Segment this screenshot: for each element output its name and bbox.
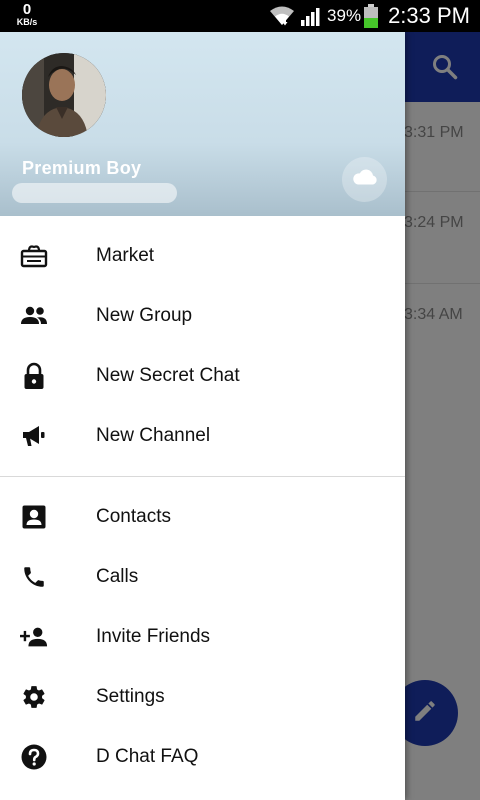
menu-item-label: New Secret Chat bbox=[96, 365, 240, 386]
menu-item-label: New Channel bbox=[96, 425, 211, 446]
cloud-button[interactable] bbox=[342, 157, 387, 202]
navigation-drawer: Premium Boy Market New Group New Secret … bbox=[0, 32, 405, 800]
menu-item-new-channel[interactable]: New Channel bbox=[0, 406, 405, 466]
drawer-header: Premium Boy bbox=[0, 32, 405, 216]
megaphone-icon bbox=[20, 424, 48, 448]
menu-item-market[interactable]: Market bbox=[0, 226, 405, 286]
menu-item-contacts[interactable]: Contacts bbox=[0, 487, 405, 547]
network-speed-unit: KB/s bbox=[16, 17, 38, 27]
menu-item-label: Contacts bbox=[96, 506, 171, 527]
menu-item-label: Invite Friends bbox=[96, 626, 211, 647]
menu-item-invite-friends[interactable]: Invite Friends bbox=[0, 607, 405, 667]
help-icon bbox=[20, 744, 48, 770]
menu-item-settings[interactable]: Settings bbox=[0, 667, 405, 727]
store-icon bbox=[20, 244, 48, 268]
menu-item-faq[interactable]: D Chat FAQ bbox=[0, 727, 405, 787]
drawer-menu: Market New Group New Secret Chat New Cha… bbox=[0, 216, 405, 787]
user-name: Premium Boy bbox=[22, 158, 142, 178]
user-phone bbox=[12, 183, 177, 203]
status-bar: 0 KB/s 39% 2:33 PM bbox=[0, 0, 480, 32]
menu-item-calls[interactable]: Calls bbox=[0, 547, 405, 607]
phone-icon bbox=[20, 565, 48, 589]
contact-icon bbox=[20, 505, 48, 529]
battery-percent: 39% bbox=[327, 6, 362, 25]
menu-item-label: Calls bbox=[96, 566, 139, 587]
network-speed-value: 0 bbox=[22, 1, 32, 18]
menu-item-new-secret-chat[interactable]: New Secret Chat bbox=[0, 346, 405, 406]
lock-icon bbox=[20, 362, 48, 389]
person-add-icon bbox=[20, 625, 48, 649]
avatar[interactable] bbox=[22, 53, 106, 137]
wifi-icon bbox=[269, 5, 295, 27]
menu-item-label: D Chat FAQ bbox=[96, 746, 199, 767]
menu-item-label: New Group bbox=[96, 305, 193, 326]
menu-item-new-group[interactable]: New Group bbox=[0, 286, 405, 346]
cloud-icon bbox=[352, 168, 378, 191]
clock: 2:33 PM bbox=[388, 3, 470, 28]
group-icon bbox=[20, 304, 48, 328]
menu-item-label: Market bbox=[96, 245, 155, 266]
menu-divider bbox=[0, 476, 405, 477]
gear-icon bbox=[20, 685, 48, 709]
network-speed: 0 KB/s bbox=[12, 2, 42, 27]
signal-icon bbox=[301, 6, 323, 26]
menu-item-label: Settings bbox=[96, 686, 165, 707]
battery-icon bbox=[364, 4, 379, 28]
